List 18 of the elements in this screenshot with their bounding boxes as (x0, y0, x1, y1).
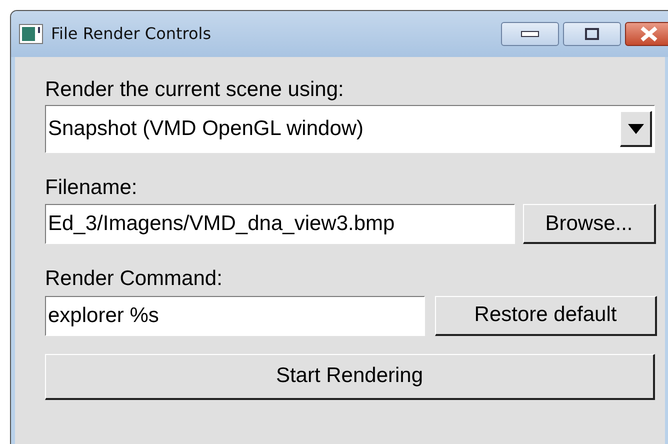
minimize-icon (521, 30, 539, 38)
maximize-button[interactable] (563, 22, 621, 46)
dropdown-arrow-icon (628, 124, 644, 134)
filename-field[interactable]: Ed_3/Imagens/VMD_dna_view3.bmp (45, 204, 515, 244)
renderer-label: Render the current scene using: (45, 77, 345, 102)
renderer-dropdown[interactable]: Snapshot (VMD OpenGL window) (45, 105, 655, 154)
window-title: File Render Controls (51, 23, 212, 45)
restore-default-button[interactable]: Restore default (435, 296, 657, 336)
command-field[interactable]: explorer %s (45, 296, 425, 336)
command-label: Render Command: (45, 266, 224, 292)
app-icon (19, 24, 43, 44)
start-rendering-button[interactable]: Start Rendering (45, 354, 655, 400)
close-icon (640, 26, 658, 42)
maximize-icon (585, 28, 599, 40)
minimize-button[interactable] (501, 22, 559, 46)
browse-button[interactable]: Browse... (523, 204, 656, 244)
close-button[interactable] (625, 22, 668, 46)
filename-label: Filename: (45, 175, 138, 200)
